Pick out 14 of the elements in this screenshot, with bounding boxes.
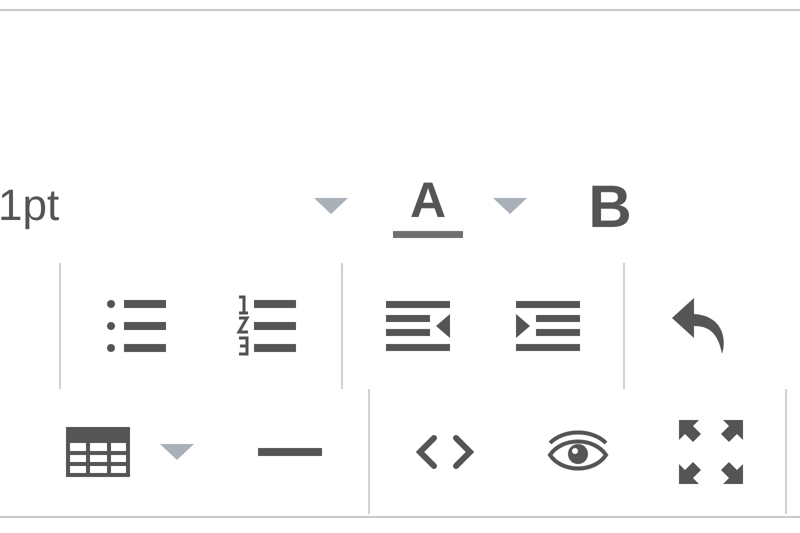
bullet-list-icon	[106, 299, 166, 353]
bold-button[interactable]: B	[560, 161, 660, 251]
font-size-select[interactable]: 1pt	[0, 166, 360, 246]
fullscreen-icon	[678, 420, 742, 484]
numbered-list-icon	[236, 295, 296, 357]
code-icon	[416, 434, 474, 470]
font-color-button[interactable]: A	[360, 161, 560, 251]
indent-icon	[516, 301, 580, 351]
font-size-value: 1pt	[0, 181, 60, 231]
outdent-icon	[386, 301, 450, 351]
caret-icon	[160, 444, 194, 460]
caret-icon	[314, 198, 348, 214]
caret-icon	[493, 198, 527, 214]
table-icon	[66, 426, 130, 476]
